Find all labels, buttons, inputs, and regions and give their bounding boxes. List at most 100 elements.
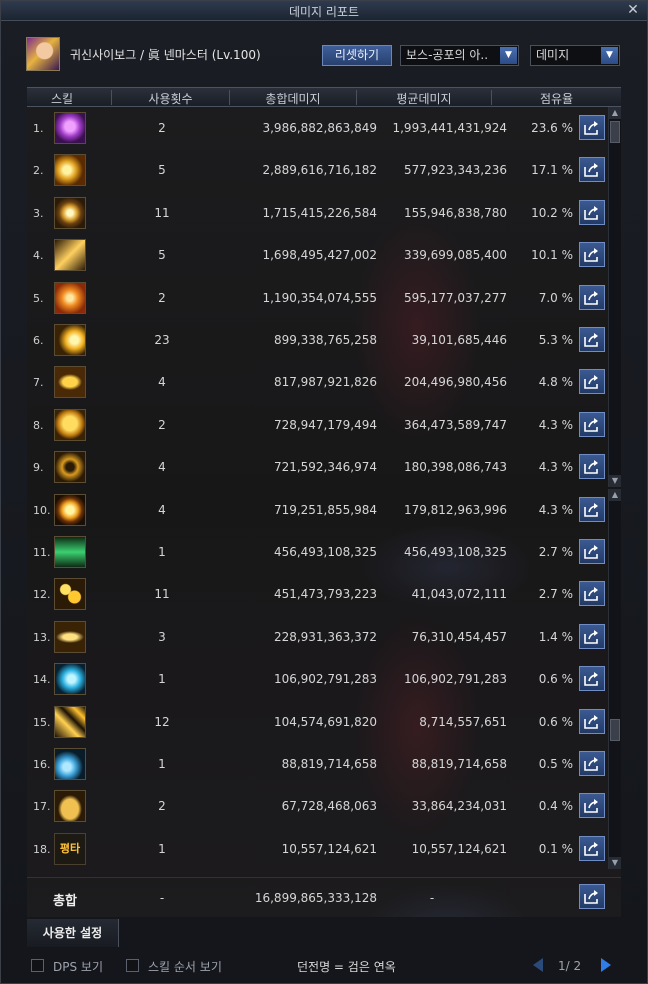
column-total[interactable]: 총합데미지 <box>230 90 356 107</box>
share-export-icon[interactable] <box>579 284 605 310</box>
avg-damage: 339,699,085,400 <box>403 248 507 263</box>
footer: DPS 보기 스킬 순서 보기 던전명 = 검은 연옥 1/ 2 <box>1 951 647 983</box>
table-row: 4. 5 1,698,495,427,002 339,699,085,400 1… <box>27 234 607 276</box>
rank: 2. <box>33 164 44 178</box>
share-export-icon[interactable] <box>579 884 605 909</box>
chevron-down-icon: ▼ <box>601 47 618 64</box>
column-skill[interactable]: 스킬 <box>27 90 97 107</box>
thunder-burst-icon <box>54 705 86 738</box>
scroll-up-icon[interactable]: ▲ <box>609 489 621 501</box>
share-export-icon[interactable] <box>579 539 605 564</box>
prev-page-icon[interactable] <box>531 957 545 973</box>
table-row: 18. 평타 1 10,557,124,621 10,557,124,621 0… <box>27 828 607 870</box>
avg-damage: 76,310,454,457 <box>411 629 507 644</box>
avg-damage: 364,473,589,747 <box>403 417 507 432</box>
avg-damage: 8,714,557,651 <box>419 714 507 729</box>
scroll-thumb[interactable] <box>610 719 620 741</box>
total-damage: 10,557,124,621 <box>281 841 377 856</box>
blue-kick-icon <box>54 748 86 780</box>
damage-report-window: 데미지 리포트 ✕ 귀신사이보그 / 眞 넨마스터 (Lv.100) 리셋하기 … <box>0 0 648 984</box>
share-export-icon[interactable] <box>579 623 605 649</box>
uses: 2 <box>158 799 166 814</box>
spiral-orb-icon <box>54 196 86 229</box>
share-export-icon[interactable] <box>579 751 605 776</box>
total-damage: 719,251,855,984 <box>273 502 377 517</box>
sun-ring-icon <box>54 493 86 526</box>
avg-damage: 106,902,791,283 <box>403 672 507 687</box>
target-select-value: 보스-공포의 아.. <box>406 48 489 62</box>
skill-order-checkbox[interactable] <box>126 959 139 972</box>
scroll-up-icon[interactable]: ▲ <box>609 107 621 119</box>
share: 4.8 % <box>538 375 573 390</box>
scrollbar[interactable]: ▲ ▼ <box>608 107 621 487</box>
share-export-icon[interactable] <box>579 115 605 140</box>
rank: 16. <box>33 758 51 771</box>
avg-damage: 33,864,234,031 <box>411 799 507 814</box>
rank: 1. <box>33 122 44 135</box>
share-export-icon[interactable] <box>579 666 605 692</box>
share-export-icon[interactable] <box>579 242 605 268</box>
avg-damage: 41,043,072,111 <box>411 587 507 602</box>
column-avg[interactable]: 평균데미지 <box>357 90 491 107</box>
share-export-icon[interactable] <box>579 454 605 480</box>
share-export-icon[interactable] <box>579 793 605 819</box>
uses: 2 <box>158 290 166 305</box>
total-damage: 3,986,882,863,849 <box>262 121 377 135</box>
share: 0.5 % <box>538 757 573 771</box>
scroll-down-icon[interactable]: ▼ <box>609 475 621 487</box>
total-damage: 899,338,765,258 <box>273 333 377 347</box>
table-row: 14. 1 106,902,791,283 106,902,791,283 0.… <box>27 658 607 700</box>
avatar <box>26 37 60 71</box>
fireball-icon <box>54 324 86 356</box>
uses: 1 <box>158 841 166 856</box>
title-bar[interactable]: 데미지 리포트 ✕ <box>1 1 647 21</box>
reset-button[interactable]: 리셋하기 <box>322 45 392 66</box>
scroll-thumb[interactable] <box>610 121 620 143</box>
lion-roar-icon <box>54 408 86 441</box>
share: 0.6 % <box>538 714 573 729</box>
share-export-icon[interactable] <box>579 835 605 861</box>
share-export-icon[interactable] <box>579 411 605 437</box>
share-export-icon[interactable] <box>579 708 605 734</box>
total-damage: 104,574,691,820 <box>273 714 377 729</box>
mode-select[interactable]: 데미지 ▼ <box>530 45 620 66</box>
avg-damage: 155,946,838,780 <box>403 205 507 220</box>
share-export-icon[interactable] <box>579 327 605 352</box>
scrollbar[interactable]: ▲ ▼ <box>608 489 621 869</box>
share: 2.7 % <box>538 587 573 602</box>
table-row: 6. 23 899,338,765,258 39,101,685,446 5.3… <box>27 319 607 361</box>
column-uses[interactable]: 사용횟수 <box>112 90 229 107</box>
rank: 11. <box>33 546 51 559</box>
skill-table-body: 1. 2 3,986,882,863,849 1,993,441,431,924… <box>27 107 607 869</box>
share-export-icon[interactable] <box>579 369 605 395</box>
dps-checkbox[interactable] <box>31 959 44 972</box>
share: 10.2 % <box>531 205 573 220</box>
total-damage: 88,819,714,658 <box>281 757 377 771</box>
share-export-icon[interactable] <box>579 157 605 183</box>
scroll-down-icon[interactable]: ▼ <box>609 857 621 869</box>
share-export-icon[interactable] <box>579 581 605 607</box>
skill-order-label: 스킬 순서 보기 <box>148 960 222 974</box>
used-settings-bar: 사용한 설정 <box>27 919 621 947</box>
share-export-icon[interactable] <box>579 496 605 522</box>
basic-attack-icon: 평타 <box>54 832 86 865</box>
total-damage: 2,889,616,716,182 <box>262 163 377 178</box>
table-row: 17. 2 67,728,468,063 33,864,234,031 0.4 … <box>27 785 607 827</box>
share-export-icon[interactable] <box>579 199 605 225</box>
total-damage: 1,190,354,074,555 <box>262 290 377 305</box>
golden-bell-icon <box>54 790 86 823</box>
share: 4.3 % <box>538 417 573 432</box>
next-page-icon[interactable] <box>599 957 613 973</box>
column-share[interactable]: 점유율 <box>492 90 621 107</box>
uses: 5 <box>158 163 166 178</box>
total-damage: 728,947,179,494 <box>273 417 377 432</box>
uses: 11 <box>154 205 170 220</box>
total-damage: 67,728,468,063 <box>281 799 377 814</box>
close-icon[interactable]: ✕ <box>625 2 641 18</box>
uses: 4 <box>158 502 166 517</box>
lightning-arrow-icon <box>54 239 86 272</box>
uses: 1 <box>158 757 166 771</box>
golden-dragon-icon <box>54 154 86 187</box>
used-settings-tab[interactable]: 사용한 설정 <box>27 919 119 947</box>
target-select[interactable]: 보스-공포의 아.. ▼ <box>400 45 519 66</box>
